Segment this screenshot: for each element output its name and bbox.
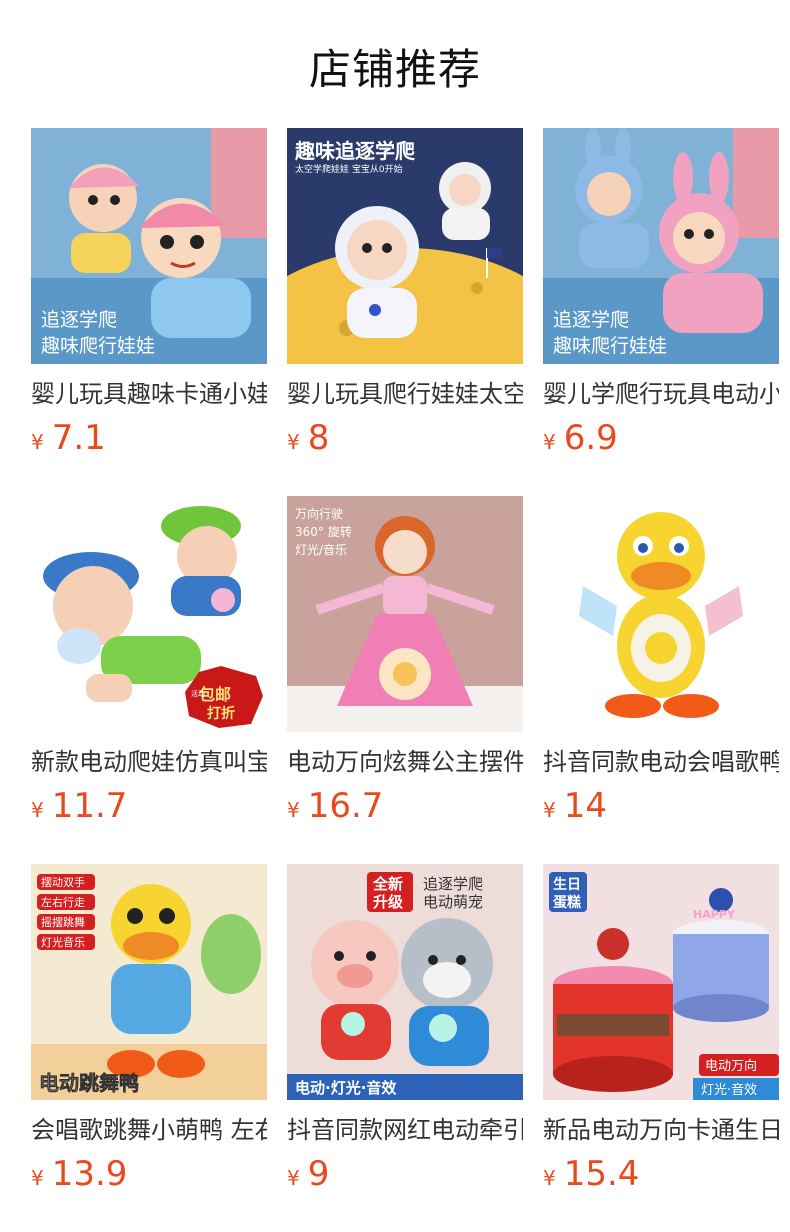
chip-text: 左右行走: [41, 895, 85, 909]
badge-text: 升级: [373, 893, 404, 911]
product-name[interactable]: 抖音同款电动会唱歌鸭: [543, 746, 779, 778]
overlay-text: 太空学爬娃娃 宝宝从0开始: [295, 163, 403, 175]
overlay-text: 电动跳舞鸭: [39, 1071, 139, 1095]
product-name[interactable]: 会唱歌跳舞小萌鸭 左右: [31, 1114, 267, 1146]
currency-symbol: ¥: [543, 1166, 556, 1190]
price-value: 13.9: [51, 1154, 128, 1194]
overlay-text: 趣味爬行娃娃: [553, 335, 667, 357]
product-image[interactable]: [543, 496, 779, 732]
section-title: 店铺推荐: [308, 45, 481, 94]
price-value: 16.7: [307, 786, 384, 826]
product-price: ¥11.7: [31, 786, 127, 826]
product-card[interactable]: 包邮 打折 活动 新款电动爬娃仿真叫宝宝 ¥11.7: [31, 496, 267, 826]
product-card[interactable]: 趣味追逐学爬 太空学爬娃娃 宝宝从0开始 婴儿玩具爬行娃娃太空 ¥8: [287, 128, 523, 458]
product-name[interactable]: 电动万向炫舞公主摆件: [287, 746, 523, 778]
product-card[interactable]: HAPPY 生日 蛋糕 电动万向 灯光·音效 新品电动万向卡通生日 ¥15.4: [543, 864, 779, 1194]
chip-text: 摇摆跳舞: [41, 915, 85, 929]
price-value: 9: [307, 1154, 330, 1194]
currency-symbol: ¥: [287, 798, 300, 822]
product-card[interactable]: 追逐学爬 趣味爬行娃娃 婴儿学爬行玩具电动小 ¥6.9: [543, 128, 779, 458]
product-image[interactable]: 摆动双手 左右行走 摇摆跳舞 灯光音乐 电动跳舞鸭: [31, 864, 267, 1100]
overlay-text: 趣味追逐学爬: [294, 139, 416, 163]
product-price: ¥13.9: [31, 1154, 127, 1194]
product-card[interactable]: 追逐学爬 趣味爬行娃娃 婴儿玩具趣味卡通小娃娃 ¥7.1: [31, 128, 267, 458]
currency-symbol: ¥: [31, 1166, 44, 1190]
currency-symbol: ¥: [31, 798, 44, 822]
product-card[interactable]: 全新 升级 追逐学爬 电动萌宠 电动·灯光·音效 抖音同款网红电动牵引 ¥9: [287, 864, 523, 1194]
product-name[interactable]: 婴儿学爬行玩具电动小: [543, 378, 779, 410]
overlay-text: 万向行驶: [295, 506, 343, 521]
product-image[interactable]: 趣味追逐学爬 太空学爬娃娃 宝宝从0开始: [287, 128, 523, 364]
currency-symbol: ¥: [287, 430, 300, 454]
product-image[interactable]: 全新 升级 追逐学爬 电动萌宠 电动·灯光·音效: [287, 864, 523, 1100]
overlay-text: 360° 旋转: [295, 524, 352, 539]
product-price: ¥7.1: [31, 418, 106, 458]
product-price: ¥8: [287, 418, 329, 458]
badge-text: 打折: [207, 705, 235, 722]
overlay-text: 电动万向: [705, 1058, 757, 1074]
currency-symbol: ¥: [543, 430, 556, 454]
overlay-text: 电动萌宠: [423, 893, 483, 911]
product-image[interactable]: HAPPY 生日 蛋糕 电动万向 灯光·音效: [543, 864, 779, 1100]
product-name[interactable]: 新款电动爬娃仿真叫宝宝: [31, 746, 267, 778]
overlay-text: 灯光·音效: [701, 1082, 757, 1098]
product-card[interactable]: 抖音同款电动会唱歌鸭 ¥14: [543, 496, 779, 826]
product-price: ¥15.4: [543, 1154, 639, 1194]
price-value: 11.7: [51, 786, 128, 826]
overlay-text: 趣味爬行娃娃: [41, 335, 155, 357]
price-value: 14: [563, 786, 607, 826]
currency-symbol: ¥: [543, 798, 556, 822]
product-name[interactable]: 婴儿玩具趣味卡通小娃娃: [31, 378, 267, 410]
product-name[interactable]: 婴儿玩具爬行娃娃太空: [287, 378, 523, 410]
currency-symbol: ¥: [287, 1166, 300, 1190]
chip-text: 灯光音乐: [41, 935, 85, 949]
badge-text: 蛋糕: [553, 894, 581, 911]
overlay-text: HAPPY: [693, 908, 736, 921]
product-image[interactable]: 包邮 打折 活动: [31, 496, 267, 732]
product-card[interactable]: 万向行驶 360° 旋转 灯光/音乐 电动万向炫舞公主摆件 ¥16.7: [287, 496, 523, 826]
product-price: ¥9: [287, 1154, 329, 1194]
product-card[interactable]: 摆动双手 左右行走 摇摆跳舞 灯光音乐 电动跳舞鸭 会唱歌跳舞小萌鸭 左右 ¥1…: [31, 864, 267, 1194]
product-image[interactable]: 追逐学爬 趣味爬行娃娃: [543, 128, 779, 364]
price-value: 15.4: [563, 1154, 640, 1194]
price-value: 7.1: [51, 418, 106, 458]
overlay-text: 追逐学爬: [553, 309, 629, 331]
product-name[interactable]: 抖音同款网红电动牵引: [287, 1114, 523, 1146]
badge-text: 活动: [191, 689, 205, 698]
product-price: ¥6.9: [543, 418, 618, 458]
overlay-text: 追逐学爬: [41, 309, 117, 331]
currency-symbol: ¥: [31, 430, 44, 454]
product-image[interactable]: 追逐学爬 趣味爬行娃娃: [31, 128, 267, 364]
badge-text: 生日: [553, 876, 581, 893]
product-price: ¥16.7: [287, 786, 383, 826]
product-name[interactable]: 新品电动万向卡通生日: [543, 1114, 779, 1146]
product-image[interactable]: 万向行驶 360° 旋转 灯光/音乐: [287, 496, 523, 732]
product-price: ¥14: [543, 786, 607, 826]
price-value: 8: [307, 418, 330, 458]
overlay-text: 电动·灯光·音效: [295, 1079, 397, 1097]
chip-text: 摆动双手: [41, 875, 85, 889]
badge-text: 全新: [372, 875, 403, 893]
overlay-text: 追逐学爬: [423, 875, 483, 893]
price-value: 6.9: [563, 418, 618, 458]
overlay-text: 灯光/音乐: [295, 542, 347, 557]
